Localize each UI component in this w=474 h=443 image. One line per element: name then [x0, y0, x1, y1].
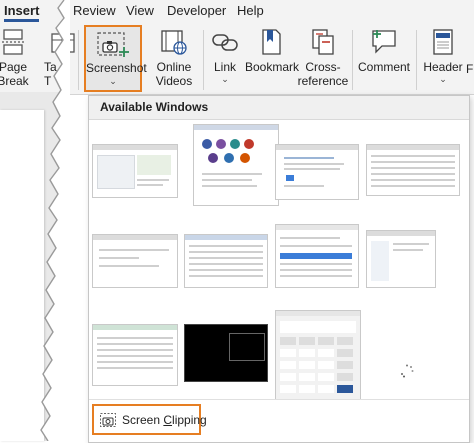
tab-view[interactable]: View: [126, 3, 154, 18]
window-thumbnail[interactable]: [184, 324, 268, 382]
window-thumbnail[interactable]: [92, 234, 178, 288]
tab-help[interactable]: Help: [237, 3, 264, 18]
window-thumbnail[interactable]: [366, 144, 460, 196]
dropdown-footer: Screen Clipping: [89, 399, 469, 442]
link-button[interactable]: Link ⌄: [208, 26, 242, 84]
window-thumbnail[interactable]: [366, 230, 436, 288]
tab-insert[interactable]: Insert: [4, 3, 40, 22]
menu-bar: Insert Review View Developer Help: [0, 0, 474, 22]
window-thumbnail[interactable]: [92, 324, 178, 386]
header-label: Header: [423, 60, 463, 74]
loading-spinner-icon: [401, 364, 414, 378]
window-thumbnail[interactable]: [275, 224, 359, 288]
ribbon-separator: [78, 30, 79, 90]
window-thumbnail[interactable]: [193, 124, 279, 206]
cross-reference-label-1: Cross-: [305, 60, 341, 74]
document-page[interactable]: [0, 110, 44, 441]
online-videos-label-1: Online: [156, 60, 192, 74]
window-thumbnail[interactable]: [92, 144, 178, 198]
window-thumbnail[interactable]: [275, 144, 359, 200]
screenshot-label: Screenshot: [86, 61, 147, 75]
online-videos-icon: [161, 30, 187, 55]
screen-clipping-icon: [100, 413, 116, 427]
chevron-down-icon: ⌄: [439, 74, 447, 84]
table-button[interactable]: Ta T: [44, 26, 75, 88]
page-break-label-2: Break: [0, 74, 29, 88]
cross-reference-button[interactable]: Cross- reference: [297, 26, 349, 88]
chevron-down-icon: ⌄: [109, 76, 117, 86]
comment-icon: [372, 30, 396, 54]
comment-button[interactable]: Comment: [356, 26, 412, 74]
chevron-down-icon: ⌄: [221, 74, 229, 84]
footer-button[interactable]: F: [466, 62, 474, 76]
ribbon-separator: [203, 30, 204, 90]
available-windows-gallery: [89, 120, 469, 402]
bookmark-label: Bookmark: [245, 60, 300, 74]
header-icon: [433, 29, 453, 55]
bookmark-button[interactable]: Bookmark: [245, 26, 300, 74]
screenshot-button[interactable]: Screenshot ⌄: [84, 25, 147, 92]
window-thumbnail[interactable]: [184, 234, 268, 288]
ribbon-separator: [416, 30, 417, 90]
link-icon: [212, 34, 238, 51]
available-windows-header: Available Windows: [89, 96, 469, 120]
tab-developer[interactable]: Developer: [167, 3, 226, 18]
page-break-icon: [2, 29, 24, 55]
header-button[interactable]: Header ⌄: [420, 26, 466, 84]
tab-review[interactable]: Review: [73, 3, 116, 18]
online-videos-label-2: Videos: [155, 74, 193, 88]
footer-label: F: [466, 62, 474, 76]
online-videos-button[interactable]: Online Videos: [148, 26, 200, 88]
ribbon-separator: [352, 30, 353, 90]
available-windows-title: Available Windows: [100, 100, 209, 114]
cross-reference-icon: [312, 29, 334, 55]
page-break-label-1: Page: [0, 60, 28, 74]
table-icon: [51, 33, 75, 53]
page-break-button[interactable]: Page Break: [0, 26, 30, 88]
screen-clipping-button[interactable]: Screen Clipping: [92, 404, 207, 435]
table-label-2: T: [44, 74, 52, 88]
window-thumbnail[interactable]: [275, 310, 361, 402]
screenshot-dropdown: Available Windows Screen Clipping: [88, 95, 470, 443]
cross-reference-label-2: reference: [297, 74, 349, 88]
bookmark-icon: [262, 29, 281, 55]
table-label-1: Ta: [44, 60, 57, 74]
link-label: Link: [213, 60, 236, 74]
screen-clipping-label: Screen Clipping: [122, 413, 207, 427]
screenshot-icon: [97, 32, 129, 57]
comment-label: Comment: [357, 60, 410, 74]
